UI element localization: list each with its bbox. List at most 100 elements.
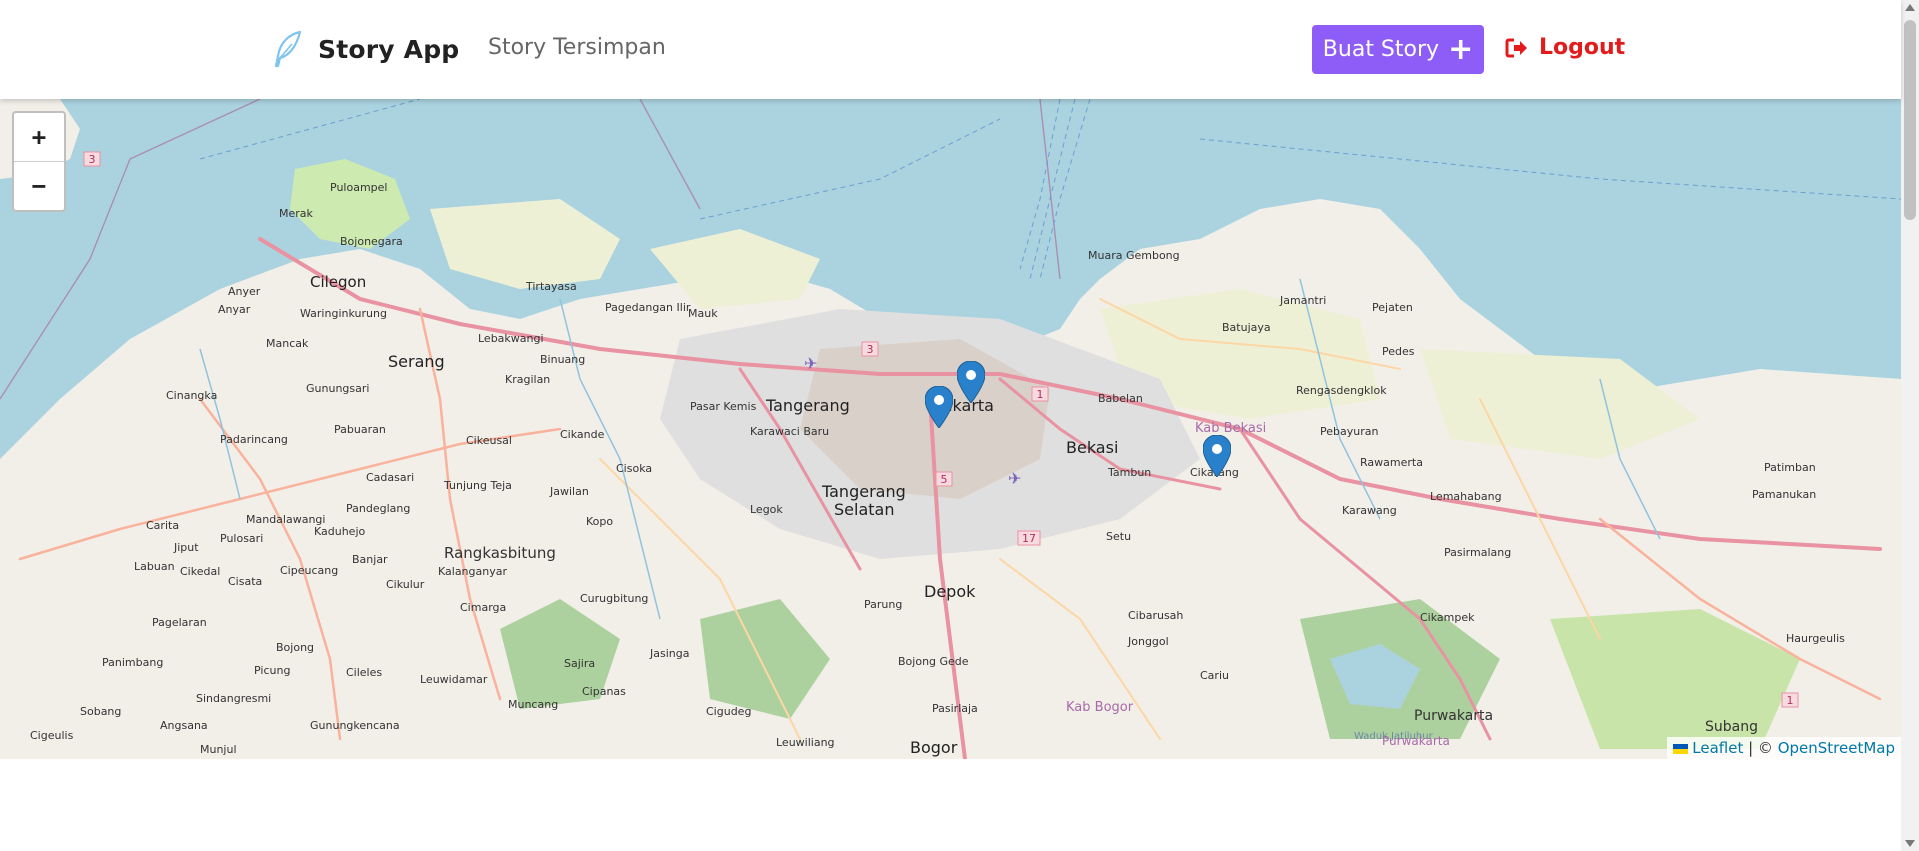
map-label: Cipanas bbox=[582, 685, 626, 698]
zoom-control: + − bbox=[12, 111, 66, 212]
map-label: Cariu bbox=[1200, 669, 1229, 682]
map-label: Kopo bbox=[586, 515, 613, 528]
map-label: Karawaci Baru bbox=[750, 425, 829, 438]
map-label: Purwakarta bbox=[1382, 734, 1450, 748]
map-label: Jasinga bbox=[649, 647, 689, 660]
map-label: Pabuaran bbox=[334, 423, 386, 436]
map-label: Patimban bbox=[1764, 461, 1816, 474]
map-label: Cikampek bbox=[1420, 611, 1475, 624]
airport-icon: ✈ bbox=[1008, 469, 1021, 488]
scroll-up-arrow-icon[interactable] bbox=[1905, 4, 1915, 11]
brand[interactable]: Story App bbox=[272, 30, 459, 68]
map-attribution: Leaflet | © OpenStreetMap bbox=[1667, 737, 1901, 759]
zoom-out-button[interactable]: − bbox=[14, 162, 64, 210]
road-shield: 5 bbox=[941, 473, 948, 486]
map-label: Angsana bbox=[160, 719, 208, 732]
create-story-button[interactable]: Buat Story + bbox=[1312, 25, 1484, 74]
map-label: Rengasdengklok bbox=[1296, 384, 1387, 397]
map-label: Picung bbox=[254, 664, 290, 677]
map-label: Tambun bbox=[1107, 466, 1151, 479]
map-label: Pulosari bbox=[220, 532, 263, 545]
map-label: Cigeulis bbox=[30, 729, 74, 742]
map-label: Pebayuran bbox=[1320, 425, 1378, 438]
map-label: Leuwiliang bbox=[776, 736, 835, 749]
map-label: Curugbitung bbox=[580, 592, 648, 605]
story-marker[interactable] bbox=[1203, 435, 1231, 477]
scroll-down-arrow-icon[interactable] bbox=[1905, 840, 1915, 847]
map-label: Bojonegara bbox=[340, 235, 403, 248]
map-label: Kab Bekasi bbox=[1195, 421, 1266, 436]
zoom-in-button[interactable]: + bbox=[14, 113, 64, 162]
map-tiles[interactable]: 3 3 1 5 17 1 ✈ ✈ Cilegon Serang Tangeran… bbox=[0, 99, 1901, 759]
road-shield: 3 bbox=[867, 343, 874, 356]
map-label: Cinangka bbox=[166, 389, 217, 402]
map-label: Cipeucang bbox=[280, 564, 338, 577]
map-label: Sindangresmi bbox=[196, 692, 271, 705]
map-label: Cileles bbox=[346, 666, 382, 679]
map-label: Jamantri bbox=[1279, 294, 1326, 307]
sign-out-icon bbox=[1505, 38, 1527, 57]
map-label: Cisata bbox=[228, 575, 262, 588]
map-label: Binuang bbox=[540, 353, 585, 366]
map-label: Babelan bbox=[1098, 392, 1143, 405]
road-shield: 1 bbox=[1787, 694, 1794, 707]
map-label: Pagedangan Ilir bbox=[605, 301, 691, 314]
map-label: Parung bbox=[864, 598, 902, 611]
map-label: Leuwidamar bbox=[420, 673, 488, 686]
map-label: Depok bbox=[924, 582, 976, 601]
map-label: Setu bbox=[1106, 530, 1131, 543]
map-label: Padarincang bbox=[220, 433, 288, 446]
map-label: Puloampel bbox=[330, 181, 387, 194]
map-label: Tangerang bbox=[821, 482, 906, 501]
plus-icon: + bbox=[1448, 31, 1474, 67]
airport-icon: ✈ bbox=[804, 354, 817, 373]
map-label: Mauk bbox=[688, 307, 718, 320]
map-label: Lebakwangi bbox=[478, 332, 544, 345]
road-shield: 1 bbox=[1037, 388, 1044, 401]
map-label: Tirtayasa bbox=[525, 280, 577, 293]
app-header: Story App Story Tersimpan Buat Story + L… bbox=[0, 0, 1901, 99]
map-label: Bojong bbox=[276, 641, 314, 654]
nav-saved-stories-link[interactable]: Story Tersimpan bbox=[488, 35, 666, 60]
feather-icon bbox=[274, 30, 302, 68]
logout-button[interactable]: Logout bbox=[1505, 35, 1625, 60]
map-label: Muara Gembong bbox=[1088, 249, 1180, 262]
map-label: Subang bbox=[1705, 719, 1758, 735]
map-label: Haurgeulis bbox=[1786, 632, 1845, 645]
map-label: Cimarga bbox=[460, 601, 506, 614]
map-label: Panimbang bbox=[102, 656, 163, 669]
map-label: Muncang bbox=[508, 698, 558, 711]
page-scrollbar[interactable] bbox=[1901, 0, 1919, 851]
create-story-label: Buat Story bbox=[1322, 37, 1440, 62]
map-label: Labuan bbox=[134, 560, 175, 573]
map-label: Merak bbox=[279, 207, 314, 220]
road-shield: 3 bbox=[89, 153, 96, 166]
map-label: Munjul bbox=[200, 743, 237, 756]
map-label: Anyar bbox=[218, 303, 251, 316]
map-label: Cikulur bbox=[386, 578, 425, 591]
map-label: Anyer bbox=[228, 285, 261, 298]
story-marker[interactable] bbox=[957, 361, 985, 403]
map-label: Purwakarta bbox=[1414, 708, 1493, 724]
logout-label: Logout bbox=[1539, 35, 1626, 60]
map-label: Cisoka bbox=[616, 462, 652, 475]
map-label: Bogor bbox=[910, 738, 958, 757]
map-label: Cilegon bbox=[310, 273, 366, 291]
map-label: Tunjung Teja bbox=[443, 479, 512, 492]
map-label: Serang bbox=[388, 352, 445, 371]
map-label: Jonggol bbox=[1127, 635, 1169, 648]
map-label: Jawilan bbox=[549, 485, 589, 498]
road-shield: 17 bbox=[1022, 532, 1036, 545]
map-label: Mancak bbox=[266, 337, 309, 350]
map-label: Bojong Gede bbox=[898, 655, 969, 668]
map-label: Pejaten bbox=[1372, 301, 1413, 314]
story-map[interactable]: 3 3 1 5 17 1 ✈ ✈ Cilegon Serang Tangeran… bbox=[0, 99, 1901, 759]
map-label: Cibarusah bbox=[1128, 609, 1183, 622]
scrollbar-thumb[interactable] bbox=[1904, 20, 1916, 220]
story-marker[interactable] bbox=[925, 386, 953, 428]
openstreetmap-link[interactable]: OpenStreetMap bbox=[1778, 739, 1895, 757]
map-label: Pamanukan bbox=[1752, 488, 1816, 501]
map-label: Cigudeg bbox=[706, 705, 751, 718]
map-label: Cadasari bbox=[366, 471, 414, 484]
leaflet-link[interactable]: Leaflet bbox=[1692, 739, 1743, 757]
